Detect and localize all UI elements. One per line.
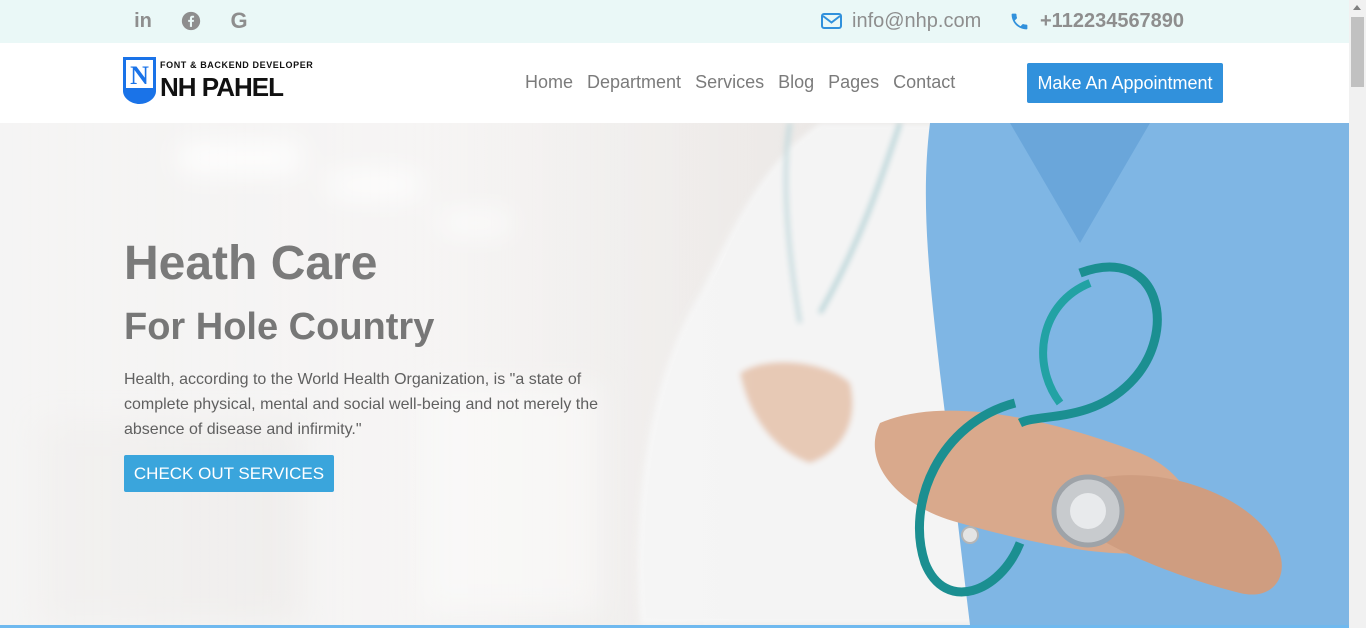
- main-nav: Home Department Services Blog Pages Cont…: [525, 72, 969, 93]
- hero-title: Heath Care: [124, 237, 378, 290]
- logo-letter: N: [130, 61, 149, 90]
- nav-department[interactable]: Department: [587, 72, 681, 93]
- google-glyph: G: [230, 8, 248, 33]
- nav-services[interactable]: Services: [695, 72, 764, 93]
- nav-blog[interactable]: Blog: [778, 72, 814, 93]
- page-scrollbar[interactable]: [1349, 0, 1366, 628]
- hero-description: Health, according to the World Health Or…: [124, 371, 599, 438]
- logo-shield-icon: N: [123, 57, 156, 104]
- logo-name: NH PAHEL: [160, 72, 284, 102]
- nav-pages[interactable]: Pages: [828, 72, 879, 93]
- check-out-services-button[interactable]: CHECK OUT SERVICES: [124, 455, 334, 492]
- facebook-glyph: [181, 11, 201, 31]
- top-bar: in G info@nhp.com +112234567890: [0, 0, 1349, 43]
- nav-contact[interactable]: Contact: [893, 72, 955, 93]
- phone-contact[interactable]: +112234567890: [1009, 8, 1184, 34]
- google-icon[interactable]: G: [227, 8, 251, 33]
- email-contact[interactable]: info@nhp.com: [821, 8, 981, 34]
- linkedin-glyph: in: [134, 9, 152, 32]
- scrollbar-thumb[interactable]: [1351, 17, 1364, 87]
- site-logo[interactable]: N FONT & BACKEND DEVELOPER NH PAHEL: [123, 57, 323, 107]
- phone-text: +112234567890: [1040, 9, 1185, 32]
- linkedin-icon[interactable]: in: [131, 9, 155, 33]
- main-header: N FONT & BACKEND DEVELOPER NH PAHEL Home…: [0, 43, 1349, 123]
- email-text: info@nhp.com: [852, 9, 982, 32]
- logo-tagline: FONT & BACKEND DEVELOPER: [160, 60, 314, 70]
- hero-subtitle: For Hole Country: [124, 306, 435, 348]
- hero-section: Heath Care For Hole Country Health, acco…: [0, 123, 1349, 625]
- nav-home[interactable]: Home: [525, 72, 573, 93]
- envelope-icon: [821, 13, 842, 29]
- facebook-icon[interactable]: [179, 9, 203, 33]
- phone-icon: [1011, 13, 1028, 29]
- make-appointment-button[interactable]: Make An Appointment: [1027, 63, 1223, 103]
- scroll-up-icon[interactable]: [1353, 5, 1361, 10]
